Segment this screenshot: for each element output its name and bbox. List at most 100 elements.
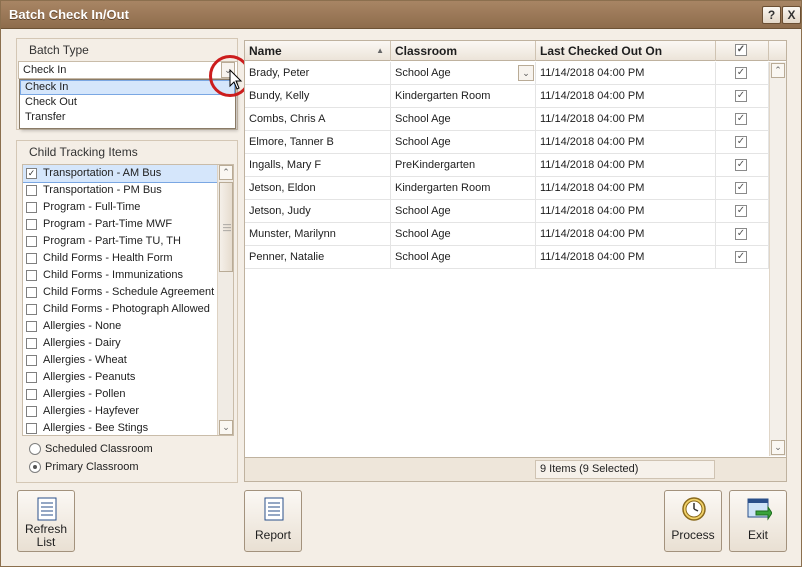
row-checkbox[interactable]: ✓ <box>735 113 747 125</box>
radio-primary-classroom[interactable]: Primary Classroom <box>29 459 139 475</box>
process-button[interactable]: Process <box>664 490 722 552</box>
select-all-checkbox[interactable]: ✓ <box>735 44 747 56</box>
row-checkbox[interactable]: ✓ <box>735 136 747 148</box>
column-header-select[interactable]: ✓ <box>716 41 769 61</box>
batch-type-select[interactable]: Check In ⌄ <box>18 61 238 79</box>
tracking-item[interactable]: Allergies - Pollen <box>23 386 233 403</box>
refresh-label-line2: List <box>36 535 56 549</box>
tracking-item[interactable]: Program - Part-Time MWF <box>23 216 233 233</box>
grid-scroll-up-icon[interactable]: ⌃ <box>771 63 785 78</box>
tracking-items-list[interactable]: ✓ Transportation - AM Bus Transportation -… <box>22 164 234 436</box>
grid-scroll-down-icon[interactable]: ⌄ <box>771 440 785 455</box>
tracking-item-checkbox[interactable] <box>26 338 37 349</box>
column-header-name[interactable]: Name ▲ <box>245 41 391 61</box>
tracking-item[interactable]: Allergies - Dairy <box>23 335 233 352</box>
row-checkbox[interactable]: ✓ <box>735 228 747 240</box>
tracking-item-checkbox[interactable] <box>26 321 37 332</box>
tracking-item-checkbox[interactable] <box>26 423 37 434</box>
tracking-item[interactable]: Allergies - None <box>23 318 233 335</box>
cell-last-checked-out: 11/14/2018 04:00 PM <box>536 62 716 85</box>
tracking-item-checkbox[interactable] <box>26 236 37 247</box>
exit-label: Exit <box>747 528 768 542</box>
table-row[interactable]: Ingalls, Mary F PreKindergarten 11/14/2018… <box>245 154 769 177</box>
dropdown-option-check-in[interactable]: Check In <box>20 80 235 95</box>
batch-type-heading: Batch Type <box>29 43 89 57</box>
tracking-item[interactable]: Allergies - Hayfever <box>23 403 233 420</box>
exit-button[interactable]: Exit <box>729 490 787 552</box>
close-button[interactable]: X <box>782 6 801 24</box>
tracking-item-checkbox[interactable] <box>26 389 37 400</box>
tracking-item[interactable]: Allergies - Bee Stings <box>23 420 233 435</box>
title-bar: Batch Check In/Out ? X <box>1 1 801 29</box>
cell-name: Jetson, Eldon <box>245 177 391 200</box>
tracking-item[interactable]: Program - Part-Time TU, TH <box>23 233 233 250</box>
refresh-list-button[interactable]: Refresh List <box>17 490 75 552</box>
tracking-item-checkbox[interactable] <box>26 202 37 213</box>
tracking-scrollbar[interactable]: ⌃ — — — ⌄ <box>217 165 233 435</box>
column-header-classroom[interactable]: Classroom <box>391 41 536 61</box>
tracking-item[interactable]: ✓ Transportation - AM Bus <box>23 165 233 183</box>
tracking-item[interactable]: Allergies - Wheat <box>23 352 233 369</box>
help-button[interactable]: ? <box>762 6 781 24</box>
tracking-item-checkbox[interactable] <box>26 304 37 315</box>
tracking-item-checkbox[interactable] <box>26 372 37 383</box>
tracking-item[interactable]: Child Forms - Schedule Agreement <box>23 284 233 301</box>
tracking-item[interactable]: Program - Full-Time <box>23 199 233 216</box>
row-checkbox[interactable]: ✓ <box>735 159 747 171</box>
tracking-item-label: Program - Part-Time MWF <box>43 218 173 230</box>
table-row[interactable]: Elmore, Tanner B School Age 11/14/2018 04:… <box>245 131 769 154</box>
table-row[interactable]: Bundy, Kelly Kindergarten Room 11/14/2018 … <box>245 85 769 108</box>
exit-icon <box>747 498 772 521</box>
row-checkbox[interactable]: ✓ <box>735 90 747 102</box>
tracking-item[interactable]: Child Forms - Photograph Allowed <box>23 301 233 318</box>
report-button[interactable]: Report <box>244 490 302 552</box>
cell-classroom: School Age <box>391 108 536 131</box>
table-row[interactable]: Penner, Natalie School Age 11/14/2018 04:0… <box>245 246 769 269</box>
table-row[interactable]: Jetson, Eldon Kindergarten Room 11/14/2018… <box>245 177 769 200</box>
radio-primary[interactable] <box>29 461 41 473</box>
radio-scheduled[interactable] <box>29 443 41 455</box>
table-row[interactable]: Munster, Marilynn School Age 11/14/2018 04… <box>245 223 769 246</box>
cell-name: Jetson, Judy <box>245 200 391 223</box>
cell-select: ✓ <box>716 62 769 85</box>
tracking-item-checkbox[interactable] <box>26 355 37 366</box>
tracking-item-label: Allergies - Pollen <box>43 388 126 400</box>
mouse-cursor-icon <box>229 69 243 90</box>
tracking-item-checkbox[interactable] <box>26 406 37 417</box>
row-checkbox[interactable]: ✓ <box>735 182 747 194</box>
cell-name: Combs, Chris A <box>245 108 391 131</box>
tracking-item[interactable]: Child Forms - Immunizations <box>23 267 233 284</box>
cell-last-checked-out: 11/14/2018 04:00 PM <box>536 177 716 200</box>
clock-icon <box>682 497 706 521</box>
table-row[interactable]: Brady, Peter School Age 11/14/2018 04:00 P… <box>245 62 769 85</box>
batch-check-window: Batch Check In/Out ? X Batch Type Check … <box>0 0 802 567</box>
radio-scheduled-classroom[interactable]: Scheduled Classroom <box>29 441 153 457</box>
tracking-item-checkbox[interactable] <box>26 287 37 298</box>
tracking-item-checkbox[interactable]: ✓ <box>26 168 37 179</box>
tracking-item-label: Allergies - Dairy <box>43 337 121 349</box>
row-checkbox[interactable]: ✓ <box>735 251 747 263</box>
table-row[interactable]: Combs, Chris A School Age 11/14/2018 04:00… <box>245 108 769 131</box>
table-row[interactable]: Jetson, Judy School Age 11/14/2018 04:00 P… <box>245 200 769 223</box>
cell-classroom: School Age <box>391 62 536 85</box>
cell-last-checked-out: 11/14/2018 04:00 PM <box>536 223 716 246</box>
scroll-thumb[interactable]: — — — <box>219 182 233 272</box>
row-checkbox[interactable]: ✓ <box>735 67 747 79</box>
tracking-item-checkbox[interactable] <box>26 185 37 196</box>
report-label: Report <box>254 528 292 542</box>
tracking-item-label: Child Forms - Health Form <box>43 252 173 264</box>
scroll-down-icon[interactable]: ⌄ <box>219 420 233 435</box>
row-checkbox[interactable]: ✓ <box>735 205 747 217</box>
column-header-last-checked-out[interactable]: Last Checked Out On <box>536 41 716 61</box>
dropdown-option-check-out[interactable]: Check Out <box>20 95 235 110</box>
grid-scrollbar[interactable]: ⌃ ⌄ <box>769 62 786 456</box>
tracking-item[interactable]: Child Forms - Health Form <box>23 250 233 267</box>
scroll-up-icon[interactable]: ⌃ <box>219 165 233 180</box>
classroom-dropdown-icon[interactable]: ⌄ <box>518 65 534 81</box>
tracking-item-checkbox[interactable] <box>26 270 37 281</box>
tracking-item[interactable]: Allergies - Peanuts <box>23 369 233 386</box>
tracking-item-checkbox[interactable] <box>26 219 37 230</box>
tracking-item-checkbox[interactable] <box>26 253 37 264</box>
tracking-item[interactable]: Transportation - PM Bus <box>23 182 233 199</box>
dropdown-option-transfer[interactable]: Transfer <box>20 110 235 125</box>
